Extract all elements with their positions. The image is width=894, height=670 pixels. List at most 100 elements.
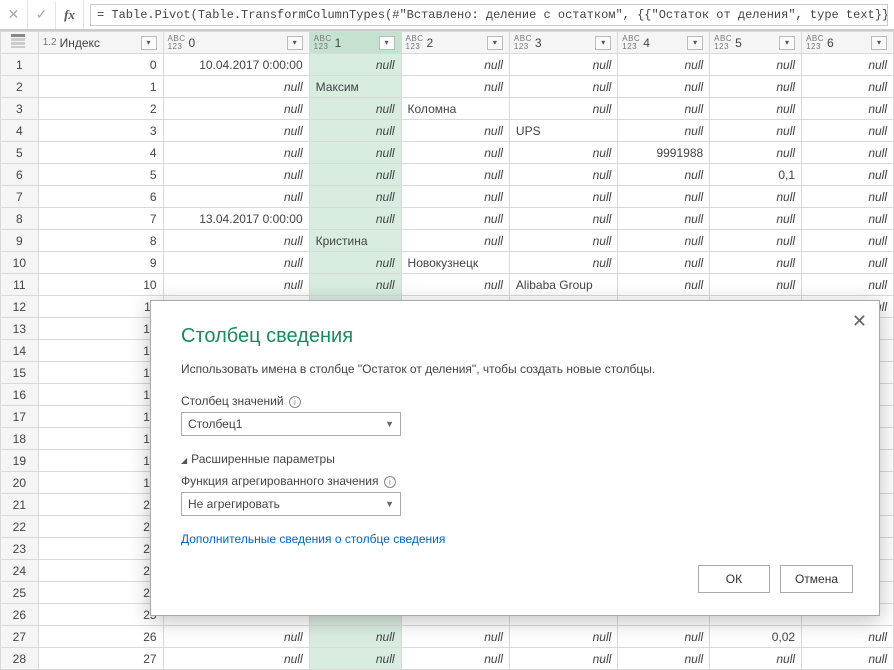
cell[interactable]: null — [710, 230, 802, 252]
cell[interactable]: null — [509, 98, 617, 120]
cell[interactable]: Новокузнецк — [401, 252, 509, 274]
cell[interactable]: null — [509, 76, 617, 98]
table-icon[interactable] — [11, 34, 25, 48]
column-header[interactable]: ABC1235▾ — [710, 32, 802, 54]
table-row[interactable]: 32nullnullКоломнаnullnullnullnull — [1, 98, 894, 120]
row-number[interactable]: 13 — [1, 318, 39, 340]
column-header[interactable]: ABC1233▾ — [509, 32, 617, 54]
cell[interactable]: null — [710, 186, 802, 208]
value-column-select[interactable]: Столбец1 ▼ — [181, 412, 401, 436]
cell[interactable]: 18 — [38, 450, 163, 472]
cell[interactable]: 1 — [38, 76, 163, 98]
cell[interactable]: null — [618, 648, 710, 670]
table-row[interactable]: 1110nullnullnullAlibaba Groupnullnullnul… — [1, 274, 894, 296]
column-filter-button[interactable]: ▾ — [379, 36, 395, 50]
cell[interactable]: 21 — [38, 516, 163, 538]
cell[interactable]: null — [309, 648, 401, 670]
cell[interactable]: UPS — [509, 120, 617, 142]
column-filter-button[interactable]: ▾ — [595, 36, 611, 50]
cell[interactable]: 2 — [38, 98, 163, 120]
cancel-button[interactable]: Отмена — [780, 565, 853, 593]
cell[interactable]: null — [802, 626, 894, 648]
row-number[interactable]: 16 — [1, 384, 39, 406]
cell[interactable]: null — [163, 274, 309, 296]
cell[interactable]: null — [802, 142, 894, 164]
cell[interactable]: 12 — [38, 318, 163, 340]
cell[interactable]: 8 — [38, 230, 163, 252]
cell[interactable]: null — [309, 186, 401, 208]
cell[interactable]: null — [163, 98, 309, 120]
cell[interactable]: null — [618, 164, 710, 186]
cell[interactable]: null — [163, 230, 309, 252]
cell[interactable]: null — [309, 208, 401, 230]
cell[interactable]: 13 — [38, 340, 163, 362]
cell[interactable]: null — [401, 120, 509, 142]
cell[interactable]: null — [163, 648, 309, 670]
cell[interactable]: null — [618, 76, 710, 98]
info-icon[interactable]: i — [289, 396, 301, 408]
cell[interactable]: null — [309, 164, 401, 186]
cell[interactable]: null — [163, 120, 309, 142]
cell[interactable]: 0,1 — [710, 164, 802, 186]
cell[interactable]: null — [710, 648, 802, 670]
row-number[interactable]: 28 — [1, 648, 39, 670]
cell[interactable]: null — [309, 142, 401, 164]
cell[interactable]: null — [163, 252, 309, 274]
cell[interactable]: 20 — [38, 494, 163, 516]
cell[interactable]: null — [802, 54, 894, 76]
cell[interactable]: 9991988 — [618, 142, 710, 164]
cell[interactable]: null — [509, 626, 617, 648]
column-header[interactable]: 1.2Индекс▾ — [38, 32, 163, 54]
cell[interactable]: null — [401, 186, 509, 208]
cell[interactable]: null — [710, 76, 802, 98]
cell[interactable]: 16 — [38, 406, 163, 428]
table-row[interactable]: 43nullnullnullUPSnullnullnull — [1, 120, 894, 142]
cell[interactable]: null — [618, 186, 710, 208]
cell[interactable]: null — [618, 252, 710, 274]
cell[interactable]: 6 — [38, 186, 163, 208]
row-number[interactable]: 17 — [1, 406, 39, 428]
column-header[interactable]: ABC1234▾ — [618, 32, 710, 54]
cell[interactable]: null — [509, 186, 617, 208]
cell[interactable]: 7 — [38, 208, 163, 230]
table-row[interactable]: 8713.04.2017 0:00:00nullnullnullnullnull… — [1, 208, 894, 230]
cell[interactable]: null — [163, 164, 309, 186]
row-number[interactable]: 19 — [1, 450, 39, 472]
row-number[interactable]: 18 — [1, 428, 39, 450]
cell[interactable]: null — [618, 208, 710, 230]
cell[interactable]: 5 — [38, 164, 163, 186]
column-filter-button[interactable]: ▾ — [141, 36, 157, 50]
cell[interactable]: null — [802, 164, 894, 186]
cell[interactable]: 27 — [38, 648, 163, 670]
cell[interactable]: null — [802, 648, 894, 670]
cell[interactable]: 19 — [38, 472, 163, 494]
row-number[interactable]: 22 — [1, 516, 39, 538]
cell[interactable]: 0 — [38, 54, 163, 76]
column-header[interactable]: ABC1231▾ — [309, 32, 401, 54]
cell[interactable]: null — [401, 54, 509, 76]
cell[interactable]: 22 — [38, 538, 163, 560]
cell[interactable]: null — [802, 252, 894, 274]
table-row[interactable]: 65nullnullnullnullnull0,1null — [1, 164, 894, 186]
cell[interactable]: 26 — [38, 626, 163, 648]
row-number[interactable]: 4 — [1, 120, 39, 142]
cell[interactable]: null — [710, 274, 802, 296]
row-number[interactable]: 11 — [1, 274, 39, 296]
row-number[interactable]: 20 — [1, 472, 39, 494]
cell[interactable]: null — [401, 274, 509, 296]
cell[interactable]: null — [401, 142, 509, 164]
cell[interactable]: null — [509, 252, 617, 274]
cell[interactable]: null — [509, 164, 617, 186]
cell[interactable]: null — [163, 142, 309, 164]
cell[interactable]: null — [401, 76, 509, 98]
table-row[interactable]: 21nullМаксимnullnullnullnullnull — [1, 76, 894, 98]
cell[interactable]: null — [509, 208, 617, 230]
column-header[interactable]: ABC1230▾ — [163, 32, 309, 54]
row-number[interactable]: 25 — [1, 582, 39, 604]
learn-more-link[interactable]: Дополнительные сведения о столбце сведен… — [181, 532, 849, 546]
row-number[interactable]: 6 — [1, 164, 39, 186]
row-number[interactable]: 9 — [1, 230, 39, 252]
cell[interactable]: 3 — [38, 120, 163, 142]
row-number[interactable]: 12 — [1, 296, 39, 318]
row-number[interactable]: 7 — [1, 186, 39, 208]
